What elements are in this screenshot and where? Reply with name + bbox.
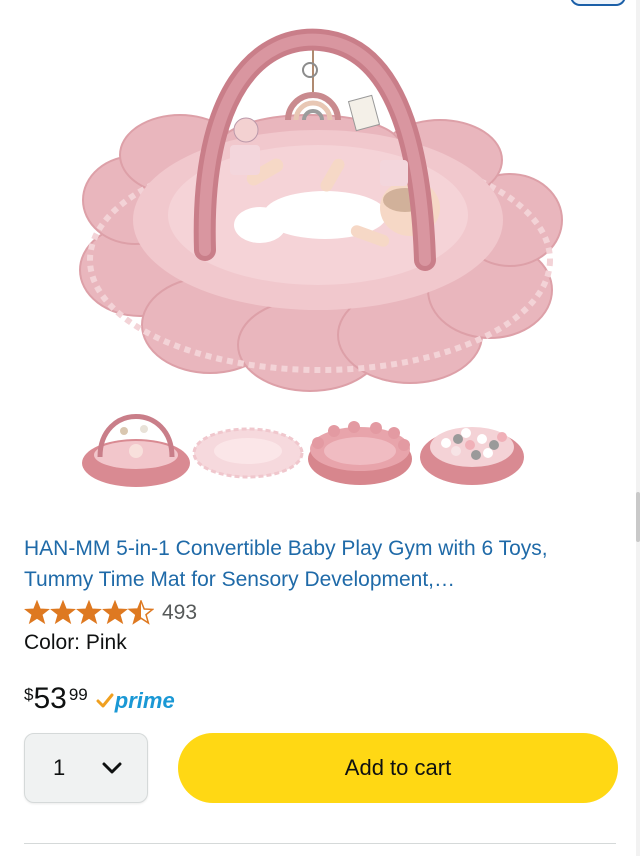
top-tab-button[interactable] <box>570 0 626 6</box>
thumbnail-ball-pit[interactable] <box>416 393 528 493</box>
scrollbar[interactable] <box>636 0 640 856</box>
star-icon <box>24 600 50 624</box>
star-icon <box>102 600 128 624</box>
quantity-value: 1 <box>53 755 66 780</box>
price-symbol: $ <box>24 685 34 704</box>
rating-count: 493 <box>162 601 198 624</box>
star-icon <box>50 600 76 624</box>
price-fraction: 99 <box>68 685 88 704</box>
thumbnail-play-gym[interactable] <box>80 393 192 493</box>
rating-stars <box>24 600 154 624</box>
quantity-select[interactable]: 1 <box>24 733 148 803</box>
thumbnail-row <box>80 390 524 495</box>
prime-check-icon <box>96 693 114 708</box>
price-whole: 53 <box>33 682 67 715</box>
half-star-icon <box>128 600 154 624</box>
chevron-down-icon <box>102 762 122 774</box>
thumbnail-nest[interactable] <box>304 393 416 493</box>
main-product-image[interactable] <box>60 20 580 395</box>
rating-row[interactable]: 493 <box>24 598 197 628</box>
divider <box>24 843 616 844</box>
star-icon <box>76 600 102 624</box>
color-label: Color: Pink <box>24 631 127 654</box>
prime-label: prime <box>114 688 175 713</box>
thumbnail-flat-mat[interactable] <box>192 393 304 493</box>
scrollbar-thumb[interactable] <box>636 492 640 542</box>
prime-badge: prime <box>96 688 175 714</box>
product-title-link[interactable]: HAN-MM 5-in-1 Convertible Baby Play Gym … <box>24 533 614 595</box>
price: $ 53 99 prime <box>24 681 175 721</box>
add-to-cart-button[interactable]: Add to cart <box>178 733 618 803</box>
